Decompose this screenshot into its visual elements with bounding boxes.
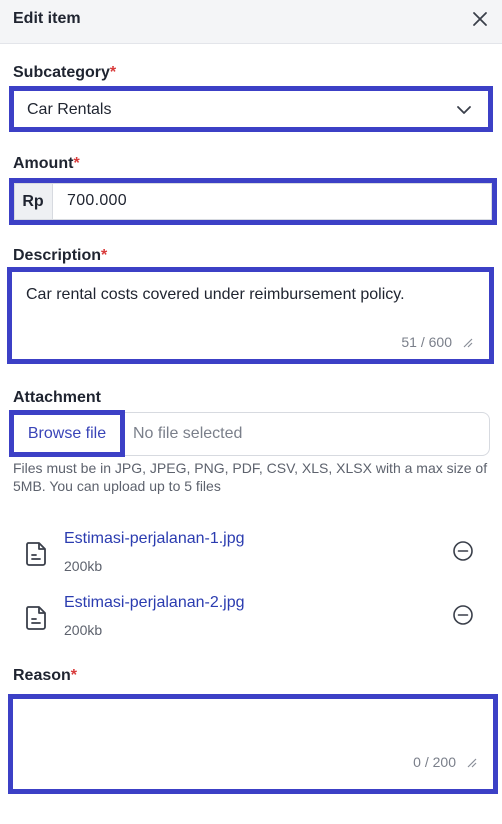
required-mark: * [101, 247, 108, 264]
modal-header: Edit item [0, 0, 502, 44]
file-size: 200kb [64, 558, 103, 574]
file-item: Estimasi-perjalanan-1.jpg 200kb [0, 530, 502, 586]
chevron-down-icon [457, 106, 471, 114]
currency-addon: Rp [14, 183, 53, 220]
description-value: Car rental costs covered under reimburse… [26, 286, 405, 303]
amount-input[interactable]: 700.000 [67, 192, 127, 210]
document-icon [26, 606, 46, 630]
description-label: Description* [13, 247, 107, 265]
remove-circle-icon[interactable] [452, 604, 474, 626]
description-label-text: Description [13, 247, 102, 264]
amount-field[interactable]: Rp 700.000 [9, 178, 497, 225]
reason-label: Reason* [13, 667, 77, 685]
browse-file-highlight: Browse file [9, 410, 125, 457]
subcategory-label-text: Subcategory [13, 64, 110, 81]
no-file-text: No file selected [133, 425, 243, 442]
amount-label: Amount* [13, 155, 80, 173]
file-item: Estimasi-perjalanan-2.jpg 200kb [0, 594, 502, 650]
file-name-link[interactable]: Estimasi-perjalanan-1.jpg [64, 530, 245, 548]
attachment-hint: Files must be in JPG, JPEG, PNG, PDF, CS… [13, 460, 488, 494]
browse-file-button[interactable]: Browse file [14, 415, 120, 452]
description-textarea[interactable]: Car rental costs covered under reimburse… [7, 267, 494, 364]
document-icon [26, 542, 46, 566]
file-name-link[interactable]: Estimasi-perjalanan-2.jpg [64, 594, 245, 612]
close-icon[interactable] [470, 9, 490, 29]
required-mark: * [70, 667, 78, 684]
reason-char-counter: 0 / 200 [413, 754, 456, 770]
amount-label-text: Amount [13, 155, 74, 172]
file-size: 200kb [64, 622, 103, 638]
subcategory-value: Car Rentals [27, 101, 112, 118]
reason-label-text: Reason [13, 667, 71, 684]
description-char-counter: 51 / 600 [401, 334, 452, 350]
resize-handle-icon[interactable] [461, 336, 473, 348]
subcategory-label: Subcategory* [13, 64, 116, 82]
required-mark: * [109, 64, 117, 81]
subcategory-select[interactable]: Car Rentals [9, 86, 493, 132]
required-mark: * [73, 155, 80, 172]
reason-textarea[interactable]: 0 / 200 [8, 694, 498, 794]
remove-circle-icon[interactable] [452, 540, 474, 562]
modal-title: Edit item [13, 10, 81, 27]
resize-handle-icon[interactable] [465, 756, 477, 768]
attachment-label: Attachment [13, 389, 102, 406]
